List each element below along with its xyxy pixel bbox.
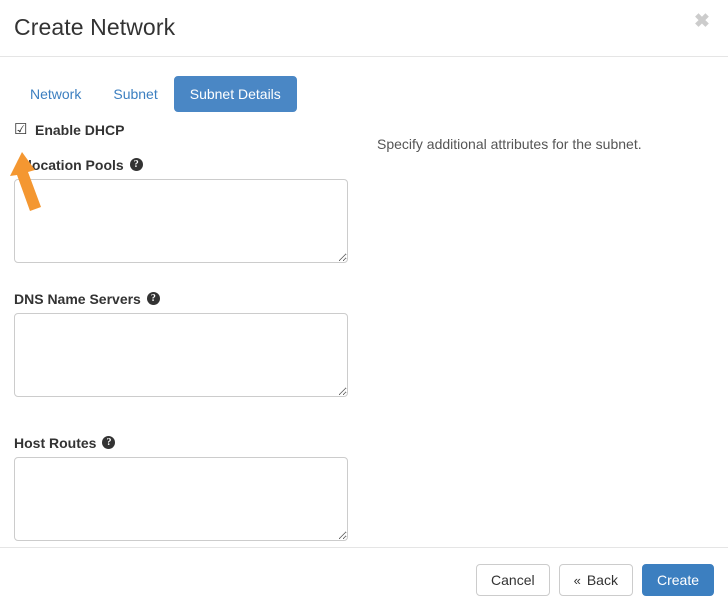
host-routes-textarea[interactable] bbox=[14, 457, 348, 541]
help-icon[interactable]: ? bbox=[102, 436, 116, 449]
footer-button-group: Cancel « Back Create bbox=[476, 564, 714, 596]
close-icon[interactable]: ✖ bbox=[690, 10, 714, 34]
enable-dhcp-checkbox[interactable]: ☑ Enable DHCP bbox=[14, 120, 350, 140]
tab-subnet-label: Subnet bbox=[113, 86, 158, 102]
back-button[interactable]: « Back bbox=[558, 564, 633, 596]
back-button-label: Back bbox=[586, 572, 618, 588]
field-dns-name-servers: DNS Name Servers ? bbox=[14, 289, 350, 397]
tab-subnet-details[interactable]: Subnet Details bbox=[173, 76, 297, 112]
host-routes-label-text: Host Routes bbox=[14, 434, 97, 451]
tab-subnet-details-label: Subnet Details bbox=[189, 86, 281, 102]
cancel-button[interactable]: Cancel bbox=[476, 564, 550, 596]
form-column: ☑ Enable DHCP Allocation Pools ? DNS Nam… bbox=[14, 120, 350, 551]
help-icon[interactable]: ? bbox=[129, 158, 143, 171]
create-network-modal: Create Network ✖ Network Subnet Subnet D… bbox=[0, 0, 728, 609]
help-panel: Specify additional attributes for the su… bbox=[377, 134, 697, 154]
allocation-pools-textarea[interactable] bbox=[14, 179, 348, 263]
field-host-routes: Host Routes ? bbox=[14, 433, 350, 541]
modal-body: ☑ Enable DHCP Allocation Pools ? DNS Nam… bbox=[0, 120, 728, 547]
dns-name-servers-textarea[interactable] bbox=[14, 313, 348, 397]
page-title: Create Network bbox=[14, 14, 176, 40]
wizard-tabs: Network Subnet Subnet Details bbox=[14, 76, 297, 112]
allocation-pools-label-text: Allocation Pools bbox=[14, 156, 124, 173]
dns-name-servers-label: DNS Name Servers ? bbox=[14, 289, 350, 308]
create-button[interactable]: Create bbox=[641, 564, 714, 596]
modal-footer: Cancel « Back Create bbox=[0, 547, 728, 609]
checkbox-checked-icon: ☑ bbox=[14, 121, 28, 138]
tab-subnet[interactable]: Subnet bbox=[97, 76, 173, 112]
tab-network[interactable]: Network bbox=[14, 76, 97, 112]
enable-dhcp-label: Enable DHCP bbox=[35, 122, 125, 138]
chevron-left-double-icon: « bbox=[573, 572, 581, 588]
tab-network-label: Network bbox=[30, 86, 82, 102]
host-routes-label: Host Routes ? bbox=[14, 433, 350, 452]
help-panel-text: Specify additional attributes for the su… bbox=[377, 136, 642, 152]
help-icon[interactable]: ? bbox=[146, 292, 160, 305]
modal-header: Create Network ✖ bbox=[0, 0, 728, 57]
field-allocation-pools: Allocation Pools ? bbox=[14, 155, 350, 263]
cancel-button-label: Cancel bbox=[491, 572, 535, 588]
dns-name-servers-label-text: DNS Name Servers bbox=[14, 290, 141, 307]
allocation-pools-label: Allocation Pools ? bbox=[14, 155, 350, 174]
create-button-label: Create bbox=[656, 572, 699, 588]
